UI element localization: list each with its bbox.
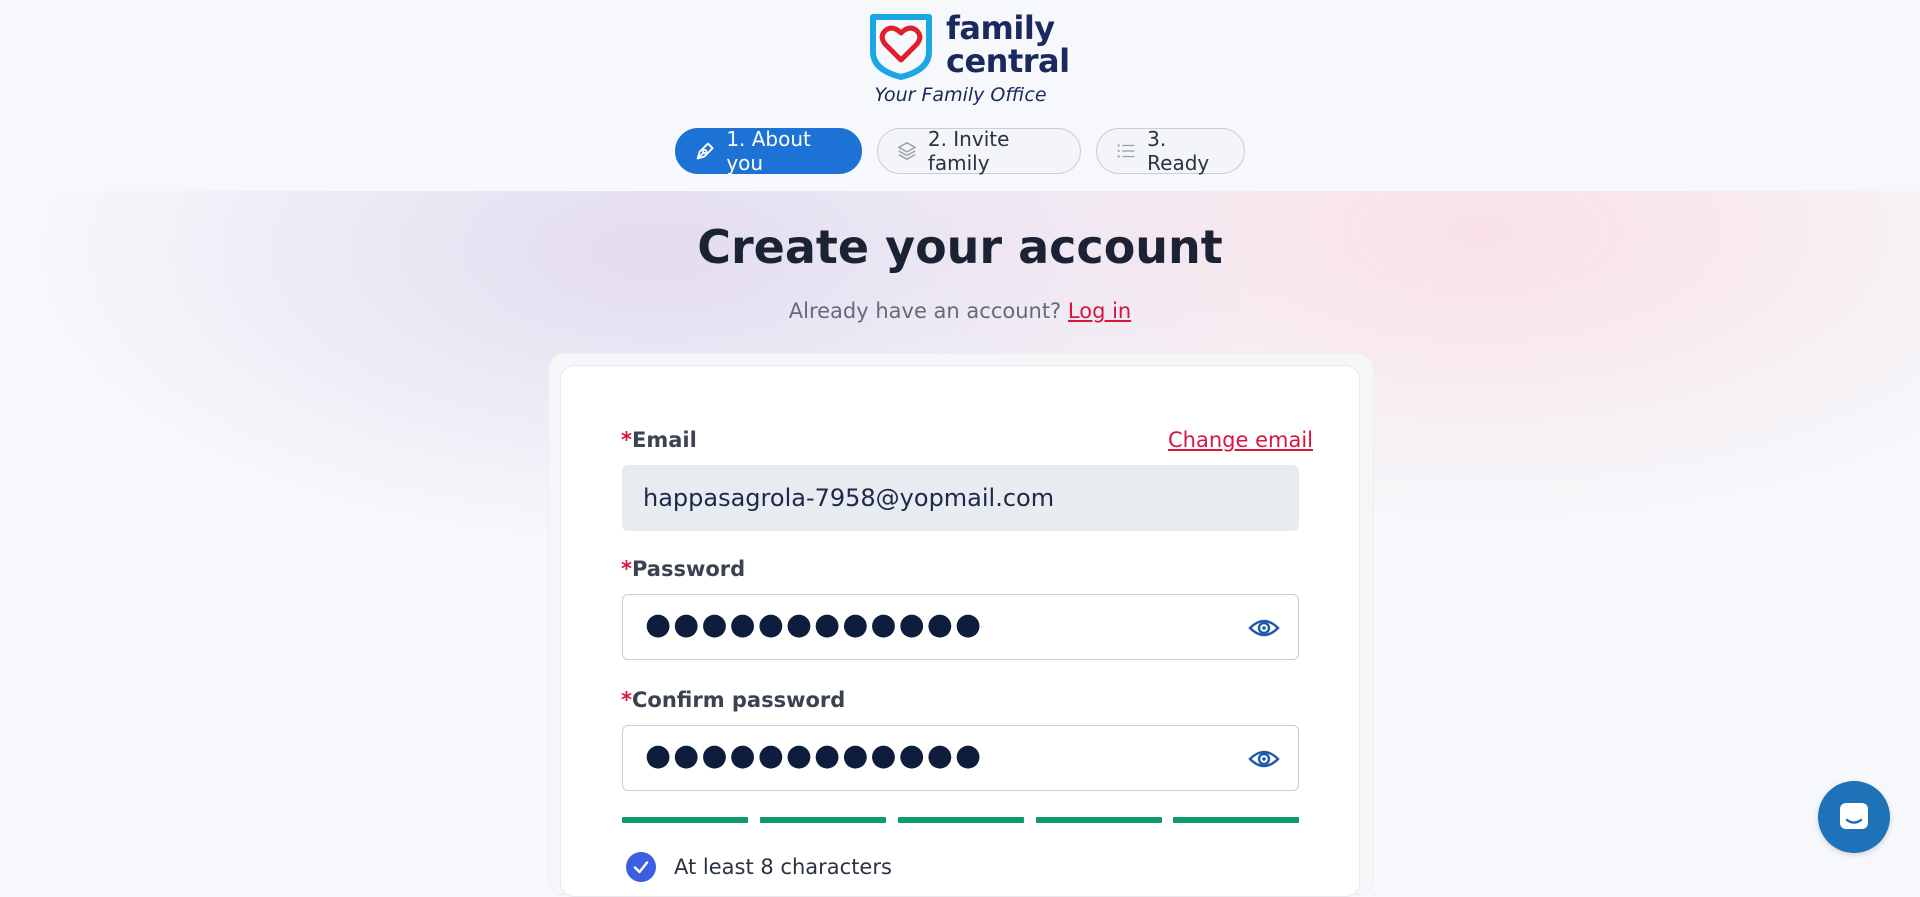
- step-label: 1. About you: [726, 127, 811, 175]
- login-prompt-text: Already have an account?: [788, 299, 1062, 323]
- eye-icon[interactable]: [1248, 613, 1280, 643]
- check-icon: [626, 852, 656, 882]
- header: family central Your Family Office 1. Abo…: [0, 0, 1920, 191]
- email-field[interactable]: happasagrola-7958@yopmail.com: [622, 465, 1299, 531]
- required-marker: *: [621, 428, 632, 452]
- chat-launcher-button[interactable]: [1818, 781, 1890, 853]
- strength-segment: [898, 817, 1024, 823]
- confirm-password-label: *Confirm password: [621, 688, 845, 712]
- password-strength-meter: [622, 817, 1299, 823]
- requirement-text: At least 8 characters: [674, 855, 892, 879]
- brand-tagline: Your Family Office: [874, 84, 1047, 106]
- password-requirement: At least 8 characters: [626, 852, 892, 882]
- confirm-password-field[interactable]: ●●●●●●●●●●●●: [622, 725, 1299, 791]
- step-label: 2. Invite family: [927, 127, 1010, 175]
- strength-segment: [622, 817, 748, 823]
- layers-icon: [898, 142, 916, 160]
- required-marker: *: [621, 688, 632, 712]
- login-link[interactable]: Log in: [1068, 299, 1131, 323]
- brand-logo[interactable]: family central Your Family Office: [868, 12, 1070, 110]
- email-label-text: Email: [631, 428, 697, 452]
- strength-segment: [760, 817, 886, 823]
- brand-line2: central: [946, 42, 1070, 80]
- step-ready[interactable]: 3. Ready: [1096, 127, 1245, 175]
- email-value: happasagrola-7958@yopmail.com: [643, 484, 1055, 512]
- pen-icon: [696, 142, 714, 160]
- step-about-you[interactable]: 1. About you: [675, 127, 862, 175]
- required-marker: *: [621, 557, 632, 581]
- heart-shield-icon: [870, 14, 932, 80]
- password-field[interactable]: ●●●●●●●●●●●●: [622, 594, 1299, 660]
- password-value: ●●●●●●●●●●●●: [645, 607, 984, 642]
- strength-segment: [1173, 817, 1299, 823]
- chat-icon: [1840, 803, 1868, 829]
- password-label: *Password: [621, 557, 745, 581]
- list-icon: [1117, 144, 1135, 158]
- login-prompt: Already have an account? Log in: [0, 299, 1920, 323]
- change-email-link[interactable]: Change email: [1168, 428, 1313, 452]
- step-invite-family[interactable]: 2. Invite family: [877, 127, 1081, 175]
- step-label: 3. Ready: [1147, 127, 1210, 175]
- brand-line1: family: [946, 9, 1055, 47]
- confirm-password-value: ●●●●●●●●●●●●: [645, 738, 984, 773]
- confirm-password-label-text: Confirm password: [631, 688, 846, 712]
- brand-wordmark: family central: [946, 12, 1076, 78]
- password-label-text: Password: [631, 557, 746, 581]
- eye-icon[interactable]: [1248, 744, 1280, 774]
- email-label: *Email: [621, 428, 697, 452]
- page-title: Create your account: [697, 220, 1223, 274]
- strength-segment: [1036, 817, 1162, 823]
